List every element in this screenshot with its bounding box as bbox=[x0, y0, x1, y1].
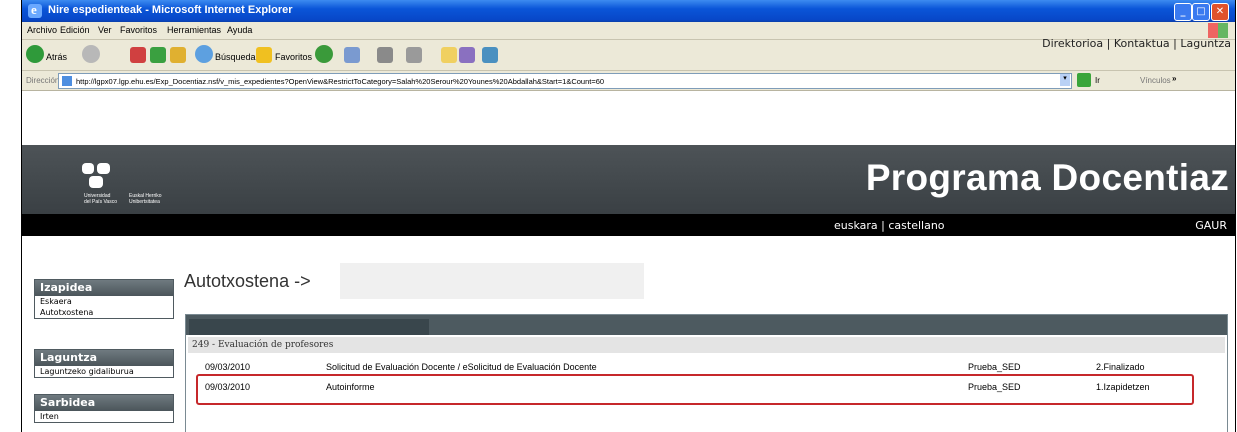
university-logo-icon bbox=[82, 163, 112, 189]
mail-icon[interactable] bbox=[344, 47, 360, 63]
favorites-star-icon[interactable] bbox=[256, 47, 272, 63]
breadcrumb: Autotxostena -> bbox=[184, 271, 311, 291]
internet-explorer-icon bbox=[28, 2, 42, 18]
close-icon: ✕ bbox=[1215, 6, 1225, 17]
history-icon[interactable] bbox=[315, 45, 333, 63]
top-links: Direktorioa | Kontaktua | Laguntza bbox=[1042, 37, 1231, 50]
menu-archivo[interactable]: Archivo bbox=[27, 25, 57, 35]
search-label[interactable]: Búsqueda bbox=[215, 52, 256, 62]
minimize-button[interactable]: _ bbox=[1174, 3, 1192, 21]
maximize-button[interactable]: □ bbox=[1192, 3, 1210, 21]
folder-icon[interactable] bbox=[441, 47, 457, 63]
sidebar-item-laguntzeko-gidaliburua[interactable]: Laguntzeko gidaliburua bbox=[35, 366, 173, 377]
address-url[interactable]: http://lgpx07.lgp.ehu.es/Exp_Docentiaz.n… bbox=[76, 77, 604, 86]
sidebar-header: Laguntza bbox=[35, 350, 173, 366]
sidebar-laguntza: Laguntza Laguntzeko gidaliburua bbox=[34, 349, 174, 378]
sidebar-item-eskaera[interactable]: Eskaera bbox=[35, 296, 173, 307]
menu-favoritos[interactable]: Favoritos bbox=[120, 25, 157, 35]
menu-edicion[interactable]: Edición bbox=[60, 25, 90, 35]
link-laguntza[interactable]: Laguntza bbox=[1180, 37, 1231, 50]
address-dropdown-icon[interactable]: ▾ bbox=[1060, 74, 1070, 86]
links-label[interactable]: Vínculos bbox=[1140, 76, 1171, 85]
refresh-icon[interactable] bbox=[150, 47, 166, 63]
back-label[interactable]: Atrás bbox=[46, 52, 67, 62]
row-description[interactable]: Solicitud de Evaluación Docente / eSolic… bbox=[326, 362, 597, 372]
home-icon[interactable] bbox=[170, 47, 186, 63]
sidebar-item-irten[interactable]: Irten bbox=[35, 411, 173, 422]
page-icon bbox=[62, 76, 72, 86]
messenger-icon[interactable] bbox=[482, 47, 498, 63]
menu-ver[interactable]: Ver bbox=[98, 25, 112, 35]
table-header-bar bbox=[186, 315, 1227, 335]
highlight-box bbox=[196, 374, 1194, 405]
sidebar-izapidea: Izapidea Eskaera Autotxostena bbox=[34, 279, 174, 319]
table-row[interactable]: 09/03/2010 Solicitud de Evaluación Docen… bbox=[186, 359, 1227, 375]
site-banner: Universidad del País Vasco Euskal Herrik… bbox=[22, 145, 1235, 214]
back-arrow-icon[interactable] bbox=[26, 45, 44, 63]
links-chevron-icon[interactable]: » bbox=[1172, 74, 1176, 83]
row-type: Prueba_SED bbox=[968, 362, 1021, 372]
sidebar-sarbidea: Sarbidea Irten bbox=[34, 394, 174, 423]
minimize-icon: _ bbox=[1180, 6, 1186, 17]
language-bar: euskara | castellano GAUR bbox=[22, 214, 1235, 236]
university-name-eu: Euskal Herriko Unibertsitatea bbox=[129, 193, 162, 205]
gaur-link[interactable]: GAUR bbox=[1195, 219, 1227, 232]
title-bar: Nire espedienteak - Microsoft Internet E… bbox=[22, 0, 1235, 22]
print-icon[interactable] bbox=[377, 47, 393, 63]
address-label: Dirección bbox=[26, 76, 60, 85]
go-button[interactable]: Ir bbox=[1095, 76, 1100, 85]
menu-ayuda[interactable]: Ayuda bbox=[227, 25, 252, 35]
edit-icon[interactable] bbox=[406, 47, 422, 63]
favorites-label[interactable]: Favoritos bbox=[275, 52, 312, 62]
lang-castellano[interactable]: castellano bbox=[888, 219, 944, 232]
stop-icon[interactable] bbox=[130, 47, 146, 63]
search-icon[interactable] bbox=[195, 45, 213, 63]
address-bar: Dirección http://lgpx07.lgp.ehu.es/Exp_D… bbox=[22, 71, 1235, 91]
windows-logo-icon bbox=[1208, 23, 1228, 38]
menu-herramientas[interactable]: Herramientas bbox=[167, 25, 221, 35]
expedientes-table: 249 - Evaluación de profesores 09/03/201… bbox=[185, 314, 1228, 432]
table-tab bbox=[189, 319, 429, 335]
banner-title: Programa Docentiaz bbox=[865, 157, 1229, 198]
link-direktorioa[interactable]: Direktorioa bbox=[1042, 37, 1103, 50]
group-title: 249 - Evaluación de profesores bbox=[188, 337, 1225, 353]
browser-window: Nire espedienteak - Microsoft Internet E… bbox=[21, 0, 1236, 432]
maximize-icon: □ bbox=[1196, 6, 1206, 17]
row-status: 2.Finalizado bbox=[1096, 362, 1145, 372]
separator: | bbox=[1106, 37, 1114, 50]
lang-euskara[interactable]: euskara bbox=[834, 219, 878, 232]
row-date: 09/03/2010 bbox=[205, 362, 251, 372]
link-kontaktua[interactable]: Kontaktua bbox=[1114, 37, 1170, 50]
sidebar-item-autotxostena[interactable]: Autotxostena bbox=[35, 307, 173, 318]
breadcrumb-target bbox=[340, 263, 644, 299]
forward-arrow-icon[interactable] bbox=[82, 45, 100, 63]
university-name-es: Universidad del País Vasco bbox=[84, 193, 117, 205]
close-button[interactable]: ✕ bbox=[1211, 3, 1229, 21]
sidebar-header: Izapidea bbox=[35, 280, 173, 296]
address-input[interactable]: http://lgpx07.lgp.ehu.es/Exp_Docentiaz.n… bbox=[58, 73, 1072, 89]
research-icon[interactable] bbox=[459, 47, 475, 63]
sidebar-header: Sarbidea bbox=[35, 395, 173, 411]
go-arrow-icon[interactable] bbox=[1077, 73, 1091, 87]
window-title: Nire espedienteak - Microsoft Internet E… bbox=[48, 4, 293, 16]
